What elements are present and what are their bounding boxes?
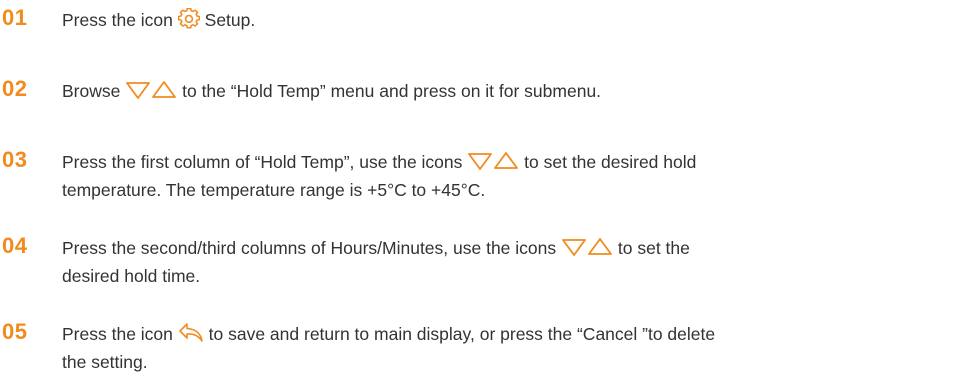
step-text: Press the icon to save and return to mai… [62, 320, 967, 376]
step-text-part: to set the desired hold [524, 152, 697, 172]
step-number: 05 [2, 319, 28, 344]
step-text-part: Press the icon [62, 10, 173, 30]
step-number: 03 [2, 147, 28, 172]
triangle-up-icon [493, 151, 519, 171]
triangle-down-icon [561, 237, 587, 257]
step-text-part: Press the icon [62, 324, 173, 344]
triangle-up-icon [151, 80, 177, 100]
step-text-part: the setting. [62, 352, 148, 372]
step-text-part: to set the [617, 238, 690, 258]
step-text-part: to the “Hold Temp” menu and press on it … [182, 81, 602, 101]
step-text: Press the icon Setup. [62, 6, 967, 34]
step-text-part: Browse [62, 81, 121, 101]
step-text-part: desired hold time. [62, 266, 201, 286]
gear-icon [177, 8, 200, 30]
step-number: 01 [2, 5, 28, 30]
triangle-down-icon [125, 80, 151, 100]
step-text: Browse to the “Hold Temp” menu and press… [62, 77, 967, 105]
step-text: Press the first column of “Hold Temp”, u… [62, 148, 967, 204]
return-arrow-icon [178, 322, 204, 344]
step-text-part: Setup. [204, 10, 256, 30]
step-text-part: Press the first column of “Hold Temp”, u… [62, 152, 463, 172]
step-number: 02 [2, 76, 28, 101]
step-number: 04 [2, 233, 28, 258]
step-text-part: temperature. The temperature range is +5… [62, 180, 486, 200]
step-text-part: to save and return to main display, or p… [208, 324, 716, 344]
triangle-up-icon [587, 237, 613, 257]
step-text-part: Press the second/third columns of Hours/… [62, 238, 557, 258]
triangle-down-icon [467, 151, 493, 171]
step-text: Press the second/third columns of Hours/… [62, 234, 967, 290]
